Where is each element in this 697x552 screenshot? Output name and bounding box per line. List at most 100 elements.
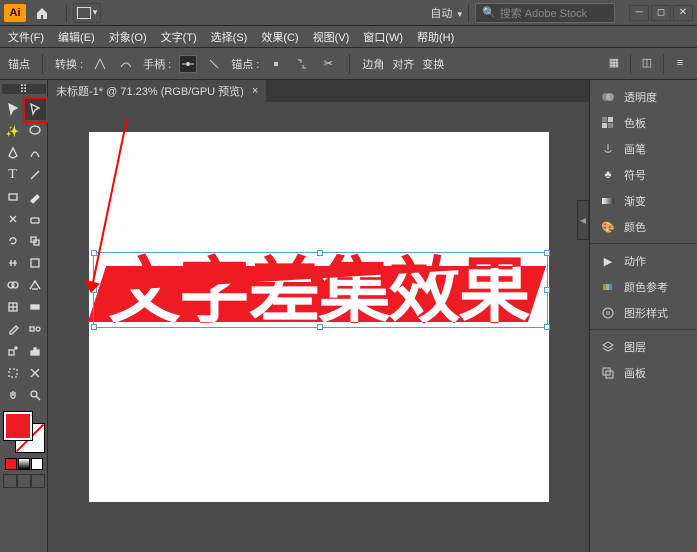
full-screen-icon[interactable]: [17, 474, 31, 488]
handle-sw[interactable]: [91, 324, 97, 330]
gradient-icon: [600, 193, 616, 209]
shape-mode-icon[interactable]: ◫: [638, 54, 656, 72]
menu-edit[interactable]: 编辑(E): [58, 29, 95, 45]
menu-help[interactable]: 帮助(H): [417, 29, 454, 45]
presentation-icon[interactable]: [31, 474, 45, 488]
menu-select[interactable]: 选择(S): [211, 29, 248, 45]
cut-anchor-icon[interactable]: ✂: [319, 55, 337, 73]
transform-label[interactable]: 变换: [422, 56, 444, 72]
convert-smooth-icon[interactable]: [117, 55, 135, 73]
selection-tool[interactable]: [2, 98, 24, 120]
direct-selection-tool[interactable]: [24, 98, 46, 120]
panel-swatches[interactable]: 色板: [590, 110, 697, 136]
align-panel-icon[interactable]: ▦: [605, 54, 623, 72]
zoom-tool[interactable]: [24, 384, 46, 406]
actions-icon: ▶: [600, 253, 616, 269]
panel-gradient[interactable]: 渐变: [590, 188, 697, 214]
menu-type[interactable]: 文字(T): [161, 29, 197, 45]
hand-tool[interactable]: [2, 384, 24, 406]
perspective-grid-tool[interactable]: [24, 274, 46, 296]
document-tab[interactable]: 未标题-1* @ 71.23% (RGB/GPU 预览) ×: [48, 80, 266, 102]
menubar: 文件(F) 编辑(E) 对象(O) 文字(T) 选择(S) 效果(C) 视图(V…: [0, 26, 697, 48]
corner-label[interactable]: 边角: [362, 56, 384, 72]
panel-colorguide[interactable]: 颜色参考: [590, 274, 697, 300]
convert-corner-icon[interactable]: [91, 55, 109, 73]
panel-symbols[interactable]: ♣符号: [590, 162, 697, 188]
free-transform-tool[interactable]: [24, 252, 46, 274]
handle-s[interactable]: [317, 324, 323, 330]
eyedropper-tool[interactable]: [2, 318, 24, 340]
workspace-switcher[interactable]: 自动 ▾: [430, 5, 462, 21]
blend-tool[interactable]: [24, 318, 46, 340]
shape-builder-tool[interactable]: [2, 274, 24, 296]
symbol-sprayer-tool[interactable]: [2, 340, 24, 362]
document-area: 未标题-1* @ 71.23% (RGB/GPU 预览) × 文字差集效果 文字…: [48, 80, 589, 552]
minimize-button[interactable]: ─: [629, 5, 649, 21]
panel-color[interactable]: 🎨颜色: [590, 214, 697, 244]
arrange-documents-icon[interactable]: ▾: [73, 3, 101, 23]
handle-show-icon[interactable]: [179, 55, 197, 73]
chevron-down-icon: ▾: [93, 7, 98, 18]
transparency-icon: [600, 89, 616, 105]
line-tool[interactable]: [24, 164, 46, 186]
panel-actions[interactable]: ▶动作: [590, 248, 697, 274]
connect-anchor-icon[interactable]: [293, 55, 311, 73]
align-label[interactable]: 对齐: [392, 56, 414, 72]
artboard[interactable]: 文字差集效果 文字差集效果: [89, 132, 549, 502]
panel-graphicstyles[interactable]: 图形样式: [590, 300, 697, 330]
handle-n[interactable]: [317, 250, 323, 256]
pen-tool[interactable]: [2, 142, 24, 164]
paintbrush-tool[interactable]: [24, 186, 46, 208]
fill-stroke-swatches[interactable]: [2, 412, 46, 456]
fill-swatch[interactable]: [4, 412, 32, 440]
column-graph-tool[interactable]: [24, 340, 46, 362]
slice-tool[interactable]: [24, 362, 46, 384]
search-input[interactable]: 🔍 搜索 Adobe Stock: [475, 3, 615, 23]
menu-file[interactable]: 文件(F): [8, 29, 44, 45]
home-icon[interactable]: [32, 3, 52, 23]
panel-brushes[interactable]: 画笔: [590, 136, 697, 162]
maximize-button[interactable]: ◻: [651, 5, 671, 21]
eraser-tool[interactable]: [24, 208, 46, 230]
handle-label: 手柄 :: [143, 56, 171, 72]
handle-se[interactable]: [544, 324, 550, 330]
handle-hide-icon[interactable]: [205, 55, 223, 73]
gradient-mode-icon[interactable]: [18, 458, 30, 470]
panel-menu-icon[interactable]: ≡: [671, 54, 689, 72]
menu-object[interactable]: 对象(O): [109, 29, 147, 45]
handle-e[interactable]: [544, 287, 550, 293]
curvature-tool[interactable]: [24, 142, 46, 164]
panel-layers[interactable]: 图层: [590, 334, 697, 360]
mesh-tool[interactable]: [2, 296, 24, 318]
artboard-tool[interactable]: [2, 362, 24, 384]
menu-window[interactable]: 窗口(W): [363, 29, 403, 45]
scale-tool[interactable]: [24, 230, 46, 252]
close-tab-icon[interactable]: ×: [252, 85, 258, 97]
lasso-tool[interactable]: [24, 120, 46, 142]
rectangle-tool[interactable]: [2, 186, 24, 208]
magic-wand-tool[interactable]: ✨: [2, 120, 24, 142]
panel-transparency[interactable]: 透明度: [590, 84, 697, 110]
canvas[interactable]: 文字差集效果 文字差集效果: [48, 102, 589, 552]
remove-anchor-icon[interactable]: [267, 55, 285, 73]
toolbox-grip-icon[interactable]: ⠿: [2, 84, 46, 94]
normal-screen-icon[interactable]: [3, 474, 17, 488]
panel-artboards[interactable]: 画板: [590, 360, 697, 386]
close-button[interactable]: ✕: [673, 5, 693, 21]
handle-ne[interactable]: [544, 250, 550, 256]
type-tool[interactable]: T: [2, 164, 24, 186]
menu-view[interactable]: 视图(V): [313, 29, 350, 45]
menu-effect[interactable]: 效果(C): [261, 29, 298, 45]
rotate-tool[interactable]: [2, 230, 24, 252]
search-icon: 🔍: [482, 6, 496, 19]
panel-collapse-button[interactable]: ◀: [577, 200, 589, 240]
gradient-tool[interactable]: [24, 296, 46, 318]
selection-bounding-box: [93, 252, 548, 328]
colorguide-icon: [600, 279, 616, 295]
swatches-icon: [600, 115, 616, 131]
separator: [66, 4, 67, 22]
none-mode-icon[interactable]: [31, 458, 43, 470]
shaper-tool[interactable]: [2, 208, 24, 230]
width-tool[interactable]: [2, 252, 24, 274]
color-mode-icon[interactable]: [5, 458, 17, 470]
